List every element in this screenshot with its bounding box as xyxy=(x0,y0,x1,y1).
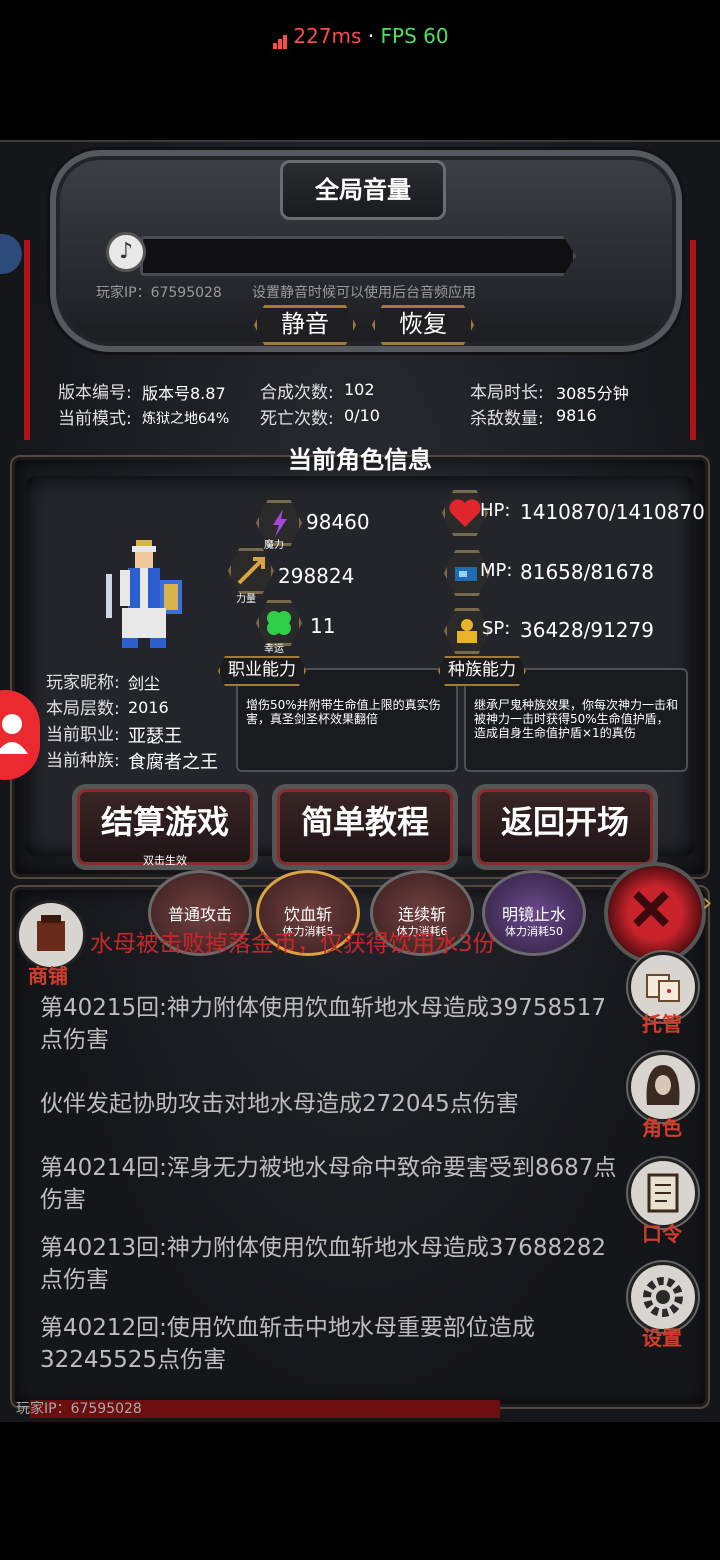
floor-value: 2016 xyxy=(128,698,169,717)
duration-label: 本局时长: xyxy=(470,383,544,403)
restore-button[interactable]: 恢复 xyxy=(372,305,474,345)
settle-game-label: 结算游戏 xyxy=(100,803,229,841)
class-ability-text: 增伤50%并附带生命值上限的真实伤害，真圣剑圣杯效果翻倍 xyxy=(246,698,441,726)
fps-text: FPS 60 xyxy=(380,24,449,48)
settings-label: 设置 xyxy=(642,1326,682,1350)
kills-value: 9816 xyxy=(556,406,597,425)
skill-name: 明镜止水 xyxy=(501,905,566,924)
settle-game-button[interactable]: 结算游戏 双击生效 xyxy=(72,784,258,870)
synth-value: 102 xyxy=(344,380,375,399)
status-bar: 227ms · FPS 60 xyxy=(0,24,720,49)
sp-value: 36428/91279 xyxy=(520,618,654,642)
volume-slider[interactable] xyxy=(140,236,576,276)
nickname-value: 剑尘 xyxy=(128,674,161,693)
log-entry: 第40212回:使用饮血斩击中地水母重要部位造成32245525点伤害 xyxy=(40,1315,535,1373)
auto-label: 托管 xyxy=(642,1012,682,1036)
mode-label: 当前模式: xyxy=(58,409,132,429)
volume-title: 全局音量 xyxy=(280,160,446,220)
user-avatar-button[interactable] xyxy=(0,690,40,780)
log-entry: 伙伴发起协助攻击对地水母造成272045点伤害 xyxy=(40,1091,519,1117)
volume-hint: 设置静音时候可以使用后台音频应用 xyxy=(252,285,476,301)
strength-value: 298824 xyxy=(278,564,355,588)
code-label: 口令 xyxy=(642,1222,682,1246)
frame-accent-left xyxy=(24,240,30,440)
signal-icon xyxy=(271,25,289,49)
mp-value: 81658/81678 xyxy=(520,560,654,584)
ping-text: 227ms xyxy=(293,24,362,48)
chevron-right-icon[interactable]: › xyxy=(702,888,712,918)
shop-icon xyxy=(37,915,65,951)
race-label: 当前种族: xyxy=(46,751,120,771)
skill-name: 饮血斩 xyxy=(283,905,332,924)
death-value: 0/10 xyxy=(344,406,380,425)
shop-label: 商铺 xyxy=(28,964,68,988)
hooded-figure-icon xyxy=(646,1065,680,1105)
tutorial-button[interactable]: 简单教程 xyxy=(272,784,458,870)
user-icon xyxy=(0,714,28,754)
strength-label: 力量 xyxy=(236,594,256,605)
skill-name: 连续斩 xyxy=(397,905,446,924)
version-label: 版本编号: xyxy=(58,383,132,403)
duration-value: 3085分钟 xyxy=(556,384,629,403)
class-ability-tag: 职业能力 xyxy=(218,656,306,686)
class-value: 亚瑟王 xyxy=(128,726,182,747)
hp-value: 1410870/1410870 xyxy=(520,500,705,524)
log-entry: 第40213回:神力附体使用饮血斩地水母造成37688282点伤害 xyxy=(40,1235,606,1293)
speaker-icon[interactable]: ♪ xyxy=(106,232,146,272)
sp-label: SP: xyxy=(482,618,511,639)
hero-sprite xyxy=(106,540,182,648)
magic-label: 魔力 xyxy=(264,540,284,551)
character-section-title: 当前角色信息 xyxy=(288,446,432,474)
mute-button[interactable]: 静音 xyxy=(254,305,356,345)
magic-value: 98460 xyxy=(306,510,370,534)
version-value: 版本号8.87 xyxy=(142,384,226,403)
skill-name: 普通攻击 xyxy=(167,905,232,924)
log-entry: 第40215回:神力附体使用饮血斩地水母造成39758517点伤害 xyxy=(40,995,606,1053)
nickname-label: 玩家昵称: xyxy=(46,673,120,693)
log-partial-line: 水母被击败掉落金币，仅获得饮用水3份 xyxy=(90,931,496,957)
status-separator: · xyxy=(361,24,381,48)
book-icon xyxy=(647,1173,679,1213)
floor-label: 本局层数: xyxy=(46,699,120,719)
gear-icon xyxy=(643,1277,683,1317)
settle-game-sub: 双击生效 xyxy=(143,854,187,867)
role-label: 角色 xyxy=(642,1116,682,1140)
close-button[interactable] xyxy=(604,862,706,964)
frame-accent-right xyxy=(690,240,696,440)
mode-value: 炼狱之地64% xyxy=(142,411,230,427)
footer-player-ip: 玩家IP：67595028 xyxy=(16,1401,142,1417)
race-ability-tag: 种族能力 xyxy=(438,656,526,686)
return-button[interactable]: 返回开场 xyxy=(472,784,658,870)
luck-value: 11 xyxy=(310,614,336,638)
class-label: 当前职业: xyxy=(46,725,120,745)
synth-label: 合成次数: xyxy=(260,383,334,403)
race-ability-text: 继承尸鬼种族效果，你每次神力一击和被神力一击时获得50%生命值护盾，造成自身生命… xyxy=(474,698,679,740)
kills-label: 杀敌数量: xyxy=(470,409,544,429)
player-ip: 玩家IP：67595028 xyxy=(96,285,222,301)
luck-label: 幸运 xyxy=(264,644,284,655)
race-value: 食腐者之王 xyxy=(128,752,218,773)
log-entry: 第40214回:浑身无力被地水母命中致命要害受到8687点伤害 xyxy=(40,1155,617,1213)
death-label: 死亡次数: xyxy=(260,409,334,429)
mp-label: MP: xyxy=(480,560,513,581)
hp-label: HP: xyxy=(480,500,511,521)
